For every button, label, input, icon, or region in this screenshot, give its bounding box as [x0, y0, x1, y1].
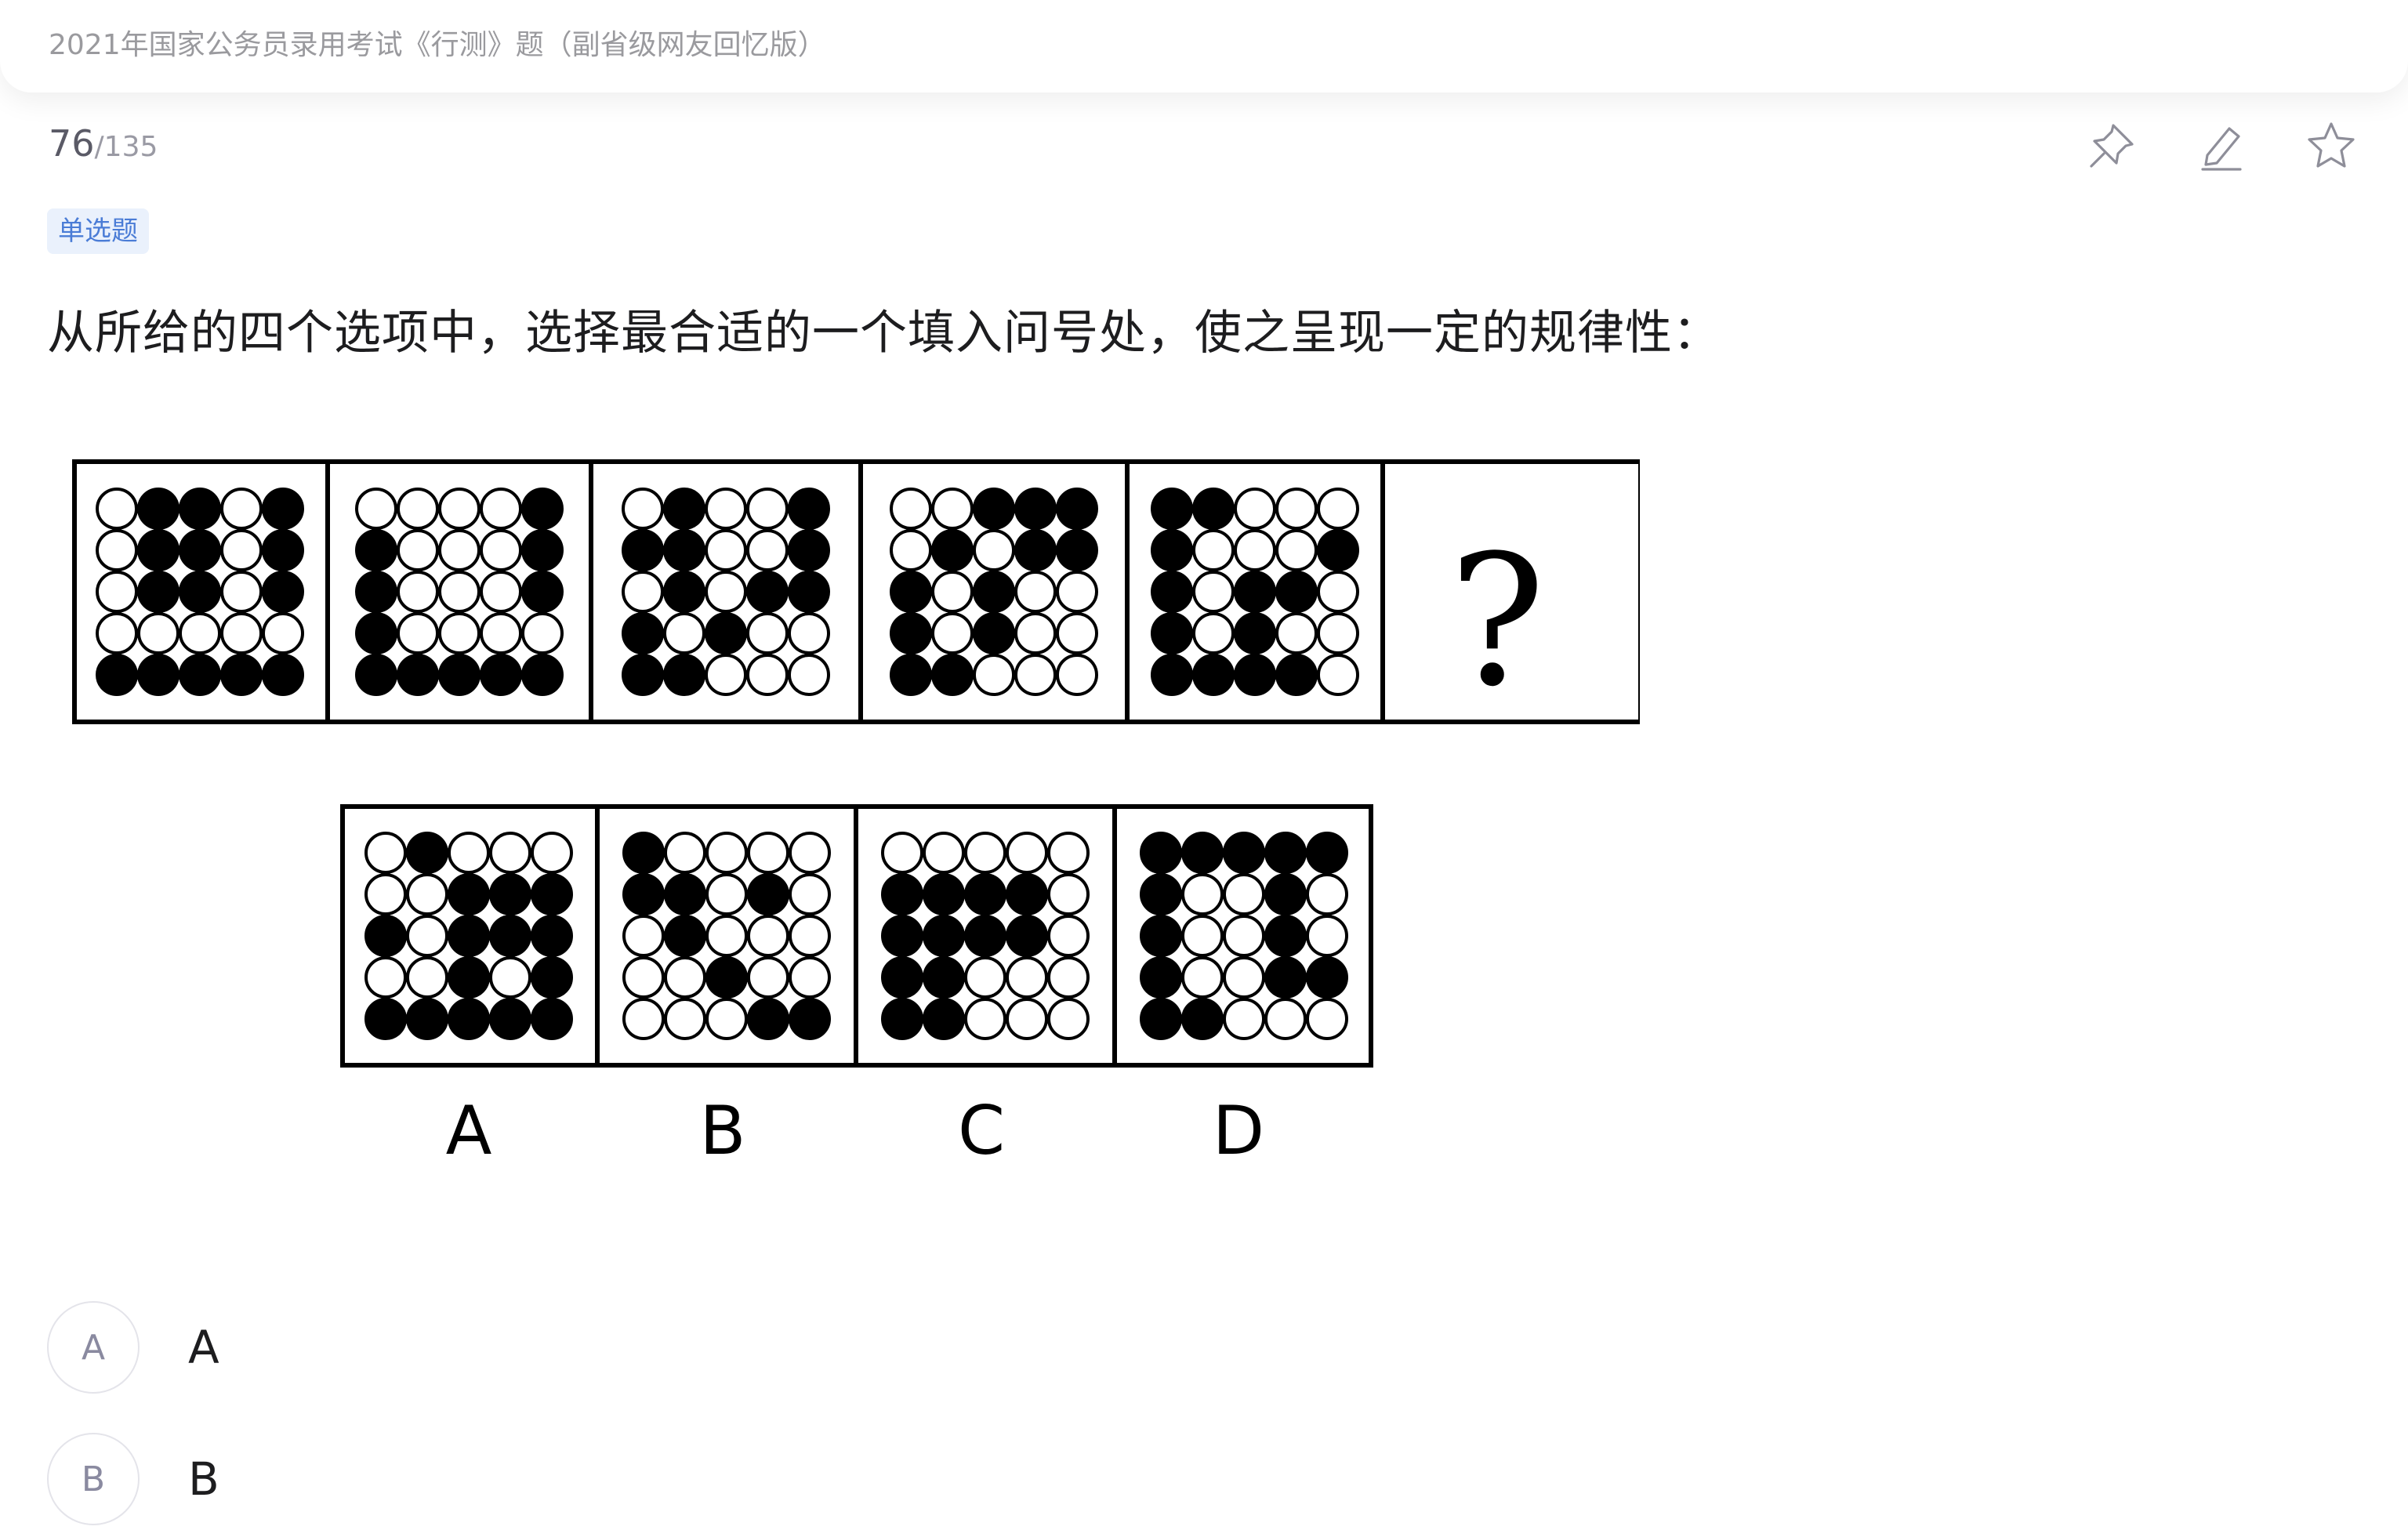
pin-icon — [2090, 124, 2134, 168]
question-progress: 76/135 — [49, 122, 158, 165]
question-type-tag: 单选题 — [47, 208, 149, 254]
sequence-row — [72, 459, 1640, 724]
question-figure: ? A B C D — [72, 459, 1640, 1170]
current-question-number: 76 — [49, 122, 95, 165]
figure-label-b: B — [700, 1092, 746, 1170]
option-b[interactable]: B B — [0, 1428, 705, 1530]
pin-button[interactable] — [2082, 116, 2141, 176]
star-icon — [2308, 122, 2355, 168]
edit-icon — [2201, 127, 2242, 171]
option-a-text: A — [188, 1321, 219, 1374]
question-toolbar — [2082, 116, 2361, 176]
exam-title: 2021年国家公务员录用考试《行测》题（副省级网友回忆版） — [49, 29, 826, 61]
figure-label-d: D — [1213, 1092, 1264, 1170]
question-stem: 从所给的四个选项中，选择最合适的一个填入问号处，使之呈现一定的规律性： — [47, 306, 1721, 361]
question-mark: ? — [1449, 517, 1545, 727]
favorite-button[interactable] — [2301, 116, 2361, 176]
option-b-key[interactable]: B — [47, 1433, 140, 1525]
figure-label-c: C — [958, 1092, 1005, 1170]
total-question-count: /135 — [94, 131, 158, 163]
exam-header: 2021年国家公务员录用考试《行测》题（副省级网友回忆版） — [0, 0, 2408, 92]
option-a-key[interactable]: A — [47, 1301, 140, 1394]
option-a[interactable]: A A — [0, 1296, 705, 1398]
options-figure-row — [340, 804, 1373, 1068]
option-b-text: B — [188, 1452, 219, 1506]
figure-label-a: A — [446, 1092, 492, 1170]
note-button[interactable] — [2192, 116, 2251, 176]
